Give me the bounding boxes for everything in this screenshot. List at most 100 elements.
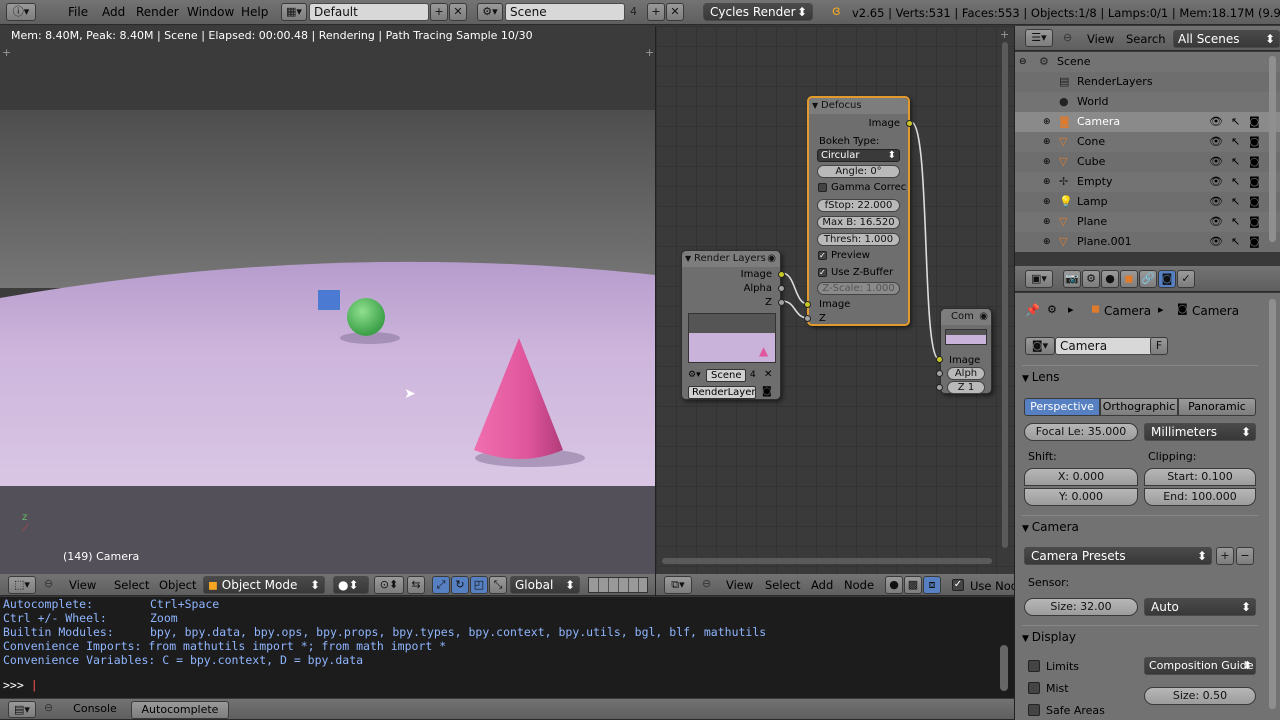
screen-layout-icon[interactable]: ▦▾ bbox=[281, 3, 307, 21]
rotate-icon[interactable]: ↻ bbox=[451, 576, 469, 594]
editor-type-3d-icon[interactable]: ⬚▾ bbox=[8, 576, 36, 594]
cursor-select-icon[interactable]: ↖ bbox=[1231, 192, 1240, 212]
outliner-list[interactable]: ⊖ ⚙ Scene ▤ RenderLayers ● World ⊕ ◙ Camera 👁 ↖ ◙ ⊕ ▽ C… bbox=[1015, 52, 1280, 252]
node-preview-icon[interactable]: ◉ bbox=[979, 309, 988, 325]
use-nodes-checkbox[interactable]: ✓ bbox=[952, 579, 964, 591]
eye-icon[interactable]: 👁 bbox=[1209, 232, 1223, 252]
render-layers-node[interactable]: ▼ Render Layers ◉ Image Alpha Z ▲ ⚙▾ Scene… bbox=[681, 250, 785, 400]
datablock-browse-icon[interactable]: ◙▾ bbox=[1025, 337, 1055, 355]
expand-icon[interactable]: ⊕ bbox=[1043, 192, 1051, 212]
thresh-field[interactable]: Thresh: 1.000 bbox=[817, 233, 900, 246]
screen-layout-field[interactable]: Default bbox=[309, 3, 429, 21]
clip-start-field[interactable]: Start: 0.100 bbox=[1144, 468, 1256, 486]
outliner-item[interactable]: ⊕ 💡 Lamp 👁 ↖ ◙ bbox=[1015, 192, 1280, 212]
defocus-node[interactable]: ▼ Defocus Image Bokeh Type: Circular ⬍ Ang… bbox=[804, 96, 913, 326]
node-editor-area[interactable]: ▼ Defocus Image Bokeh Type: Circular ⬍ Ang… bbox=[656, 26, 1014, 574]
layer-buttons[interactable] bbox=[588, 577, 648, 593]
render-camera-icon[interactable]: ◙ bbox=[1249, 172, 1260, 192]
expand-icon[interactable]: ⊕ bbox=[1043, 152, 1051, 172]
zscale-field[interactable]: Z-Scale: 1.000 bbox=[817, 282, 900, 295]
editor-type-node-icon[interactable]: ⧉▾ bbox=[664, 576, 692, 594]
collapse-icon[interactable]: ▼ bbox=[812, 98, 818, 114]
node-preview-icon[interactable]: ◉ bbox=[767, 251, 776, 267]
outliner-item[interactable]: ⊕ ▽ Plane.001 👁 ↖ ◙ bbox=[1015, 232, 1280, 252]
composite-alpha-field[interactable]: Alph bbox=[947, 367, 985, 380]
node-editor-hscrollbar[interactable] bbox=[662, 558, 992, 564]
outliner-menu-view[interactable]: View bbox=[1087, 32, 1114, 46]
angle-field[interactable]: Angle: 0° bbox=[817, 165, 900, 178]
properties-scrollbar[interactable] bbox=[1269, 299, 1276, 709]
rl-layer-field[interactable]: RenderLayer bbox=[688, 386, 756, 399]
rl-scene-delete-icon[interactable]: ✕ bbox=[764, 369, 772, 380]
lens-panel-header[interactable]: ▼ Lens bbox=[1022, 365, 1258, 387]
node-menu-node[interactable]: Node bbox=[844, 578, 874, 592]
rl-scene-field[interactable]: Scene bbox=[706, 369, 746, 382]
camera-datablock-field[interactable]: Camera bbox=[1055, 337, 1153, 355]
bokeh-type-select[interactable]: Circular ⬍ bbox=[817, 149, 900, 162]
orientation-select[interactable]: Global ⬍ bbox=[510, 576, 580, 594]
render-camera-icon[interactable]: ◙ bbox=[1249, 132, 1260, 152]
expand-icon[interactable]: ⊖ bbox=[1019, 52, 1027, 72]
world-tab-icon[interactable]: ● bbox=[1101, 270, 1119, 288]
autocomplete-button[interactable]: Autocomplete bbox=[131, 701, 229, 719]
delete-scene-icon[interactable]: ✕ bbox=[666, 3, 684, 21]
breadcrumb-camera-data[interactable]: Camera bbox=[1192, 304, 1239, 318]
outliner-item[interactable]: ⊕ ✢ Empty 👁 ↖ ◙ bbox=[1015, 172, 1280, 192]
outliner-filter-select[interactable]: All Scenes ⬍ bbox=[1173, 30, 1280, 48]
pin-icon[interactable]: 📌 bbox=[1025, 303, 1040, 317]
outliner-menu-search[interactable]: Search bbox=[1126, 32, 1166, 46]
composite-in-alpha-socket[interactable] bbox=[936, 370, 943, 377]
outliner-item[interactable]: ▤ RenderLayers bbox=[1015, 72, 1280, 92]
panoramic-tab[interactable]: Panoramic bbox=[1178, 398, 1256, 416]
menu-add[interactable]: Add bbox=[102, 5, 125, 19]
eye-icon[interactable]: 👁 bbox=[1209, 192, 1223, 212]
mist-checkbox[interactable] bbox=[1028, 682, 1040, 694]
editor-type-console-icon[interactable]: ▤▾ bbox=[8, 701, 36, 718]
cursor-select-icon[interactable]: ↖ bbox=[1231, 172, 1240, 192]
node-menu-add[interactable]: Add bbox=[811, 578, 833, 592]
cursor-select-icon[interactable]: ↖ bbox=[1231, 152, 1240, 172]
expand-icon[interactable]: ⊕ bbox=[1043, 212, 1051, 232]
shading-select[interactable]: ●⬍ bbox=[333, 576, 369, 594]
zbuffer-checkbox[interactable]: ✓ bbox=[818, 268, 827, 277]
outliner-item[interactable]: ⊕ ▽ Cone 👁 ↖ ◙ bbox=[1015, 132, 1280, 152]
viewport-menu-select[interactable]: Select bbox=[114, 578, 149, 592]
add-scene-icon[interactable]: + bbox=[647, 3, 665, 21]
menu-render[interactable]: Render bbox=[136, 5, 179, 19]
collapse-icon[interactable]: ▼ bbox=[685, 251, 691, 267]
eye-icon[interactable]: 👁 bbox=[1209, 132, 1223, 152]
translate-icon[interactable]: ⤢ bbox=[432, 576, 450, 594]
preview-checkbox[interactable]: ✓ bbox=[818, 251, 827, 260]
add-screen-icon[interactable]: + bbox=[430, 3, 448, 21]
cursor-select-icon[interactable]: ↖ bbox=[1231, 232, 1240, 252]
eye-icon[interactable]: 👁 bbox=[1209, 172, 1223, 192]
render-camera-icon[interactable]: ◙ bbox=[1249, 152, 1260, 172]
sensor-fit-select[interactable]: Auto ⬍ bbox=[1144, 598, 1256, 616]
cursor-select-icon[interactable]: ↖ bbox=[1231, 132, 1240, 152]
composite-in-image-socket[interactable] bbox=[936, 356, 943, 363]
shader-nodes-icon[interactable]: ● bbox=[885, 576, 903, 594]
shift-y-field[interactable]: Y: 0.000 bbox=[1024, 488, 1138, 506]
render-engine-select[interactable]: Cycles Render ⬍ bbox=[703, 3, 813, 21]
safe-areas-checkbox[interactable] bbox=[1028, 704, 1040, 716]
object-tab-icon[interactable]: ◼ bbox=[1120, 270, 1138, 288]
clip-end-field[interactable]: End: 100.000 bbox=[1144, 488, 1256, 506]
composite-node[interactable]: Com ◉ Image Alph Z 1 bbox=[936, 308, 992, 394]
menu-file[interactable]: File bbox=[68, 5, 88, 19]
fake-user-button[interactable]: F bbox=[1150, 337, 1168, 355]
outliner-item[interactable]: ● World bbox=[1015, 92, 1280, 112]
viewport-header-plus[interactable]: ⊖ bbox=[44, 577, 53, 590]
mode-select[interactable]: ◼ Object Mode ⬍ bbox=[203, 576, 325, 594]
delete-screen-icon[interactable]: ✕ bbox=[449, 3, 467, 21]
pivot-icon[interactable]: ⊙⬍ bbox=[374, 576, 404, 594]
console-prompt[interactable]: >>> | bbox=[3, 678, 38, 692]
sensor-size-field[interactable]: Size: 32.00 bbox=[1024, 598, 1138, 616]
cursor-select-icon[interactable]: ↖ bbox=[1231, 112, 1240, 132]
outliner-scrollbar[interactable] bbox=[1269, 56, 1276, 242]
camera-data-tab-icon[interactable]: ◙ bbox=[1158, 270, 1176, 288]
vertical-divider[interactable] bbox=[655, 26, 656, 596]
eye-icon[interactable]: 👁 bbox=[1209, 112, 1223, 132]
focal-length-field[interactable]: Focal Le: 35.000 bbox=[1024, 423, 1138, 441]
display-size-field[interactable]: Size: 0.50 bbox=[1144, 687, 1256, 705]
constraints-tab-icon[interactable]: 🔗 bbox=[1139, 270, 1157, 288]
